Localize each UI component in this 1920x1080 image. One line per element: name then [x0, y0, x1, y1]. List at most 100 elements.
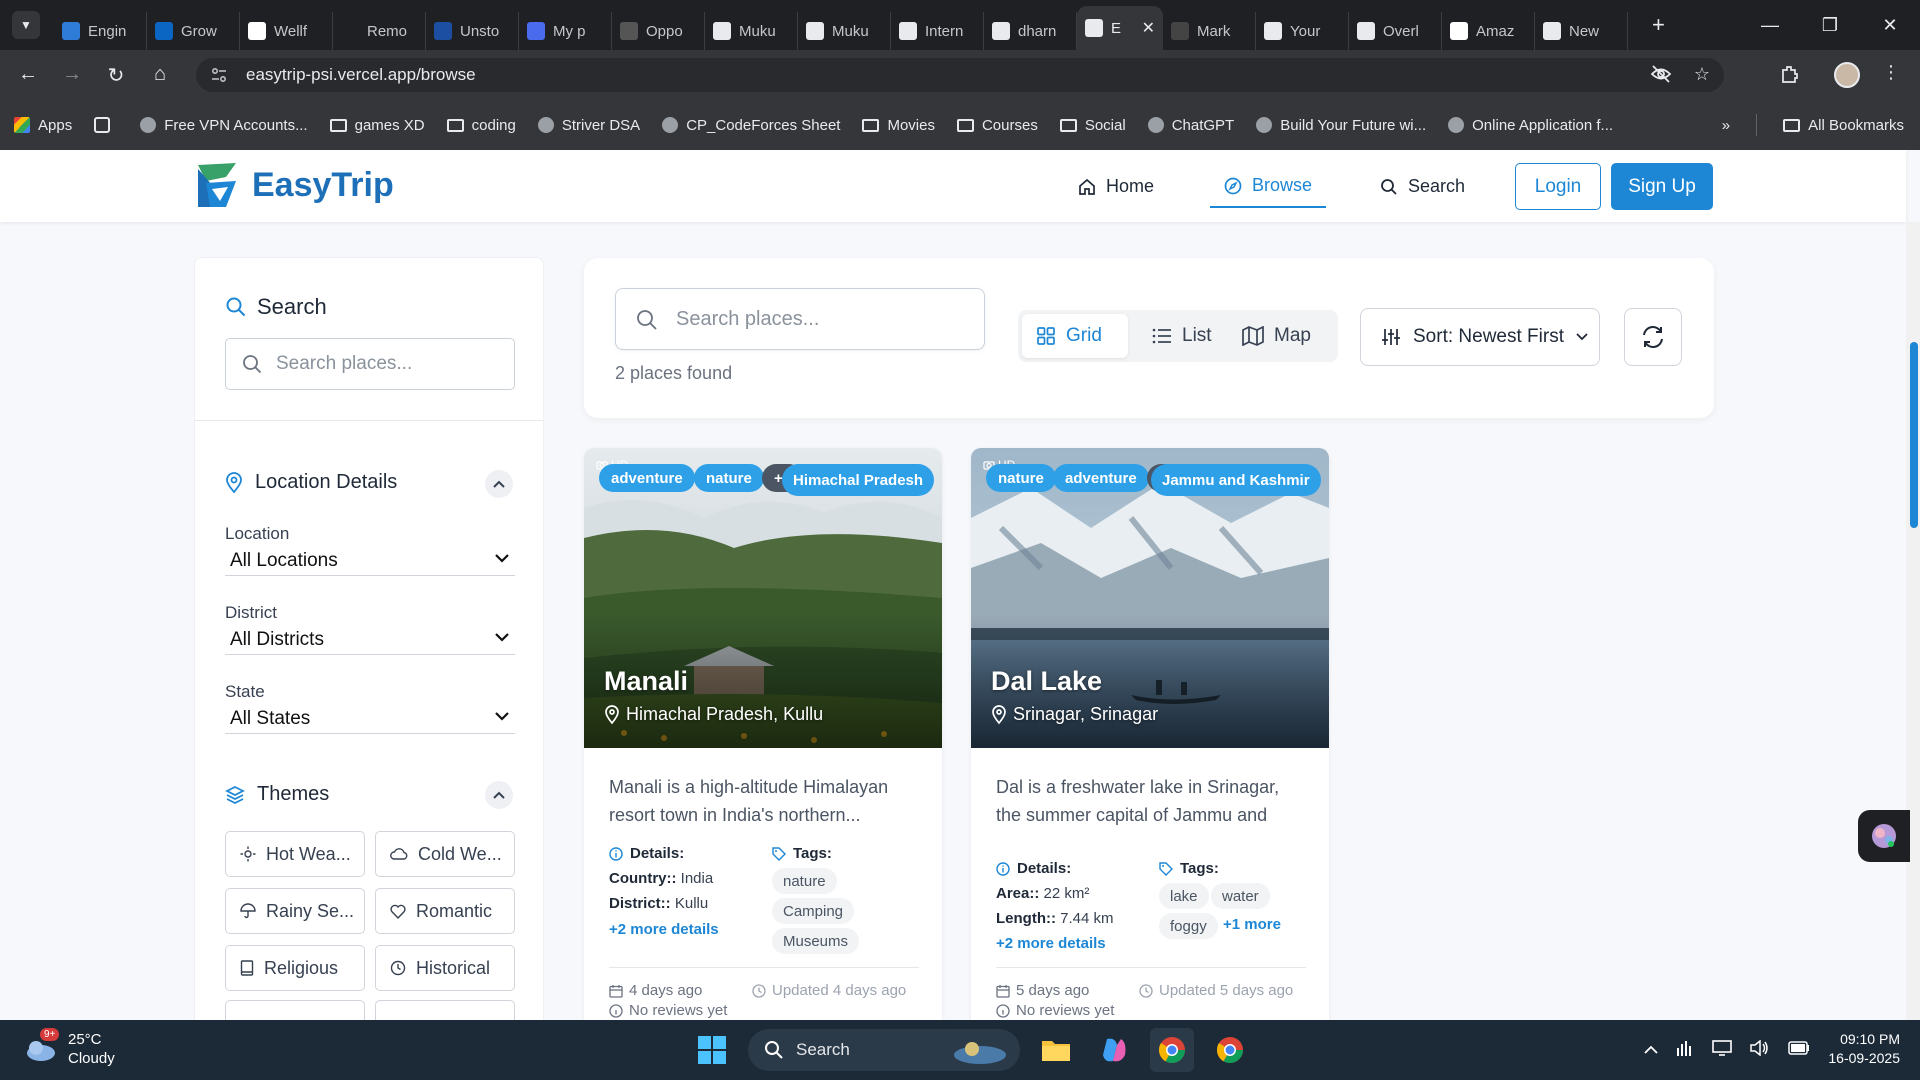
district-select[interactable]: All Districts [225, 625, 515, 655]
browser-tab[interactable]: My p [519, 12, 612, 50]
bookmark-item[interactable]: ChatGPT [1147, 117, 1234, 134]
copilot-button[interactable] [1092, 1028, 1136, 1072]
bookmark-item[interactable] [94, 117, 118, 133]
more-bookmarks-chevron-icon[interactable]: » [1722, 117, 1730, 134]
bookmark-star-icon[interactable]: ☆ [1694, 64, 1710, 89]
start-button[interactable] [690, 1028, 734, 1072]
nav-browse[interactable]: Browse [1224, 175, 1312, 196]
place-card[interactable]: HD nature adventure +1 Jammu and Kashmir… [971, 448, 1329, 1020]
view-list-button[interactable]: List [1138, 314, 1226, 358]
browser-tab[interactable]: Remo [333, 12, 426, 50]
back-button[interactable]: ← [6, 63, 50, 88]
browser-tab[interactable]: Unsto [426, 12, 519, 50]
collapse-themes-button[interactable] [485, 781, 513, 809]
browser-tab[interactable]: Engin [54, 12, 147, 50]
browser-tab[interactable]: Wellf [240, 12, 333, 50]
profile-avatar[interactable] [1834, 62, 1860, 88]
browser-tab[interactable]: Overl [1349, 12, 1442, 50]
battery-icon[interactable] [1788, 1040, 1810, 1058]
taskbar-search[interactable]: Search [748, 1029, 1020, 1071]
eye-off-icon[interactable] [1650, 64, 1672, 89]
extensions-icon[interactable] [1780, 64, 1800, 89]
location-select[interactable]: All Locations [225, 546, 515, 576]
bookmark-item[interactable]: Striver DSA [537, 117, 640, 134]
sidebar-search-input[interactable]: Search places... [225, 338, 515, 390]
tag-chip[interactable]: Camping [772, 898, 855, 924]
view-map-button[interactable]: Map [1228, 314, 1325, 358]
location-details-header[interactable]: Location Details [225, 471, 397, 494]
nav-home[interactable]: Home [1078, 176, 1154, 197]
bookmark-item[interactable]: games XD [329, 117, 425, 134]
show-hidden-icons-chevron[interactable] [1644, 1041, 1659, 1057]
forward-button[interactable]: → [50, 63, 94, 88]
bookmark-item[interactable]: Social [1059, 117, 1126, 134]
reload-button[interactable]: ↻ [94, 63, 138, 88]
browser-tab[interactable]: Intern [891, 12, 984, 50]
theme-button[interactable]: Cold We... [375, 831, 515, 877]
sort-dropdown[interactable]: Sort: Newest First [1360, 308, 1600, 366]
chrome-dev-taskbar-button[interactable] [1208, 1028, 1252, 1072]
bookmark-item[interactable]: Build Your Future wi... [1256, 117, 1426, 134]
main-search-input[interactable]: Search places... [615, 288, 985, 350]
system-clock[interactable]: 09:10 PM 16-09-2025 [1828, 1030, 1900, 1068]
theme-button[interactable]: Hot Wea... [225, 831, 365, 877]
site-info-icon[interactable] [210, 65, 230, 85]
browser-tab[interactable]: New [1535, 12, 1628, 50]
browser-tab[interactable]: Your [1256, 12, 1349, 50]
bookmark-item[interactable]: Movies [862, 117, 935, 134]
browser-menu-icon[interactable]: ⋮ [1882, 62, 1900, 83]
chat-assistant-button[interactable] [1858, 810, 1910, 862]
all-bookmarks-button[interactable]: All Bookmarks [1783, 117, 1904, 134]
bookmark-item[interactable]: Online Application f... [1448, 117, 1613, 134]
tag-chip[interactable]: nature [772, 868, 837, 894]
more-tags-link[interactable]: +1 more [1223, 916, 1281, 933]
browser-tab[interactable]: Mark [1163, 12, 1256, 50]
browser-tab[interactable]: Amaz [1442, 12, 1535, 50]
state-select[interactable]: All States [225, 704, 515, 734]
network-icon[interactable] [1712, 1039, 1733, 1059]
chrome-taskbar-button[interactable] [1150, 1028, 1194, 1072]
close-window-button[interactable]: ✕ [1860, 15, 1920, 36]
browser-tab[interactable]: dharn [984, 12, 1077, 50]
volume-icon[interactable] [1750, 1038, 1770, 1059]
tag-chip[interactable]: Museums [772, 928, 860, 954]
refresh-button[interactable] [1624, 308, 1682, 366]
bookmark-item[interactable]: Free VPN Accounts... [140, 117, 308, 134]
browser-tab[interactable]: Muku [798, 12, 891, 50]
restore-button[interactable]: ❐ [1800, 15, 1860, 36]
bookmark-item[interactable]: coding [446, 117, 516, 134]
bookmark-item[interactable]: Courses [956, 117, 1038, 134]
new-tab-button[interactable]: + [1652, 12, 1665, 38]
theme-button[interactable]: Historical [375, 945, 515, 991]
browser-tab[interactable]: Muku [705, 12, 798, 50]
scrollbar-thumb[interactable] [1910, 342, 1918, 528]
place-card[interactable]: HD adventure nature +1 Himachal Pradesh … [584, 448, 942, 1020]
theme-button[interactable]: Romantic [375, 888, 515, 934]
bookmark-item[interactable]: CP_CodeForces Sheet [662, 117, 840, 134]
audio-meter-icon[interactable] [1676, 1040, 1694, 1059]
browser-tab[interactable]: Oppo [612, 12, 705, 50]
more-details-link[interactable]: +2 more details [996, 935, 1106, 952]
themes-header[interactable]: Themes [225, 783, 329, 806]
view-grid-button[interactable]: Grid [1022, 314, 1128, 358]
more-details-link[interactable]: +2 more details [609, 921, 719, 938]
tag-chip[interactable]: foggy [1159, 913, 1218, 939]
theme-button[interactable]: Rainy Se... [225, 888, 365, 934]
theme-button-partial[interactable] [375, 1000, 515, 1020]
nav-search[interactable]: Search [1380, 176, 1465, 197]
bookmark-item[interactable]: Apps [14, 117, 72, 134]
signup-button[interactable]: Sign Up [1611, 163, 1713, 210]
weather-widget[interactable]: 9+ 25°C Cloudy [24, 1028, 115, 1068]
login-button[interactable]: Login [1515, 163, 1601, 210]
tag-chip[interactable]: water [1211, 883, 1270, 909]
file-explorer-button[interactable] [1034, 1028, 1078, 1072]
theme-button-partial[interactable] [225, 1000, 365, 1020]
theme-button[interactable]: Religious [225, 945, 365, 991]
close-tab-icon[interactable]: ✕ [1142, 18, 1155, 38]
browser-tab[interactable]: Grow [147, 12, 240, 50]
brand-logo[interactable]: EasyTrip [196, 161, 394, 209]
home-button[interactable]: ⌂ [138, 63, 182, 88]
address-bar[interactable]: easytrip-psi.vercel.app/browse ☆ [196, 58, 1724, 92]
page-scrollbar[interactable] [1906, 222, 1920, 1020]
tab-search-menu-button[interactable]: ▼ [12, 11, 40, 39]
